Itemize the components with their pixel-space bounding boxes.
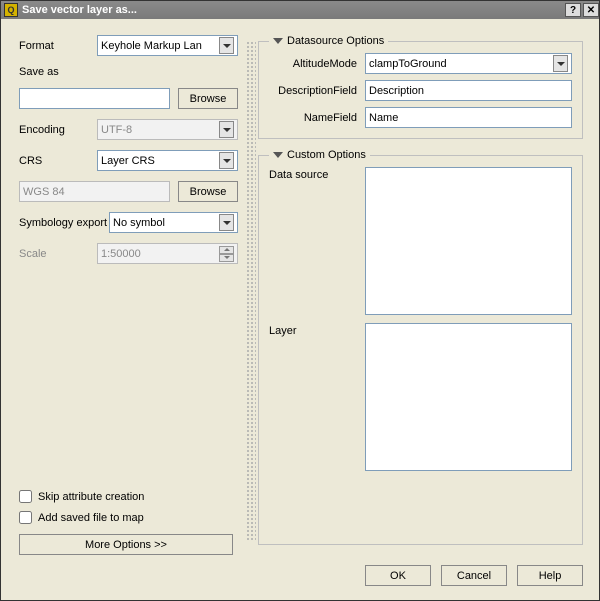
custom-options-group: Custom Options Data source Layer <box>258 149 583 545</box>
format-combo[interactable]: Keyhole Markup Lan <box>97 35 238 56</box>
spin-down-icon <box>219 254 234 262</box>
scale-spinner: 1:50000 <box>97 243 238 264</box>
crs-label: CRS <box>19 155 97 167</box>
titlebar: Q Save vector layer as... ? ✕ <box>1 1 599 19</box>
datasource-options-group: Datasource Options AltitudeMode clampToG… <box>258 35 583 139</box>
custom-datasource-label: Data source <box>269 167 357 315</box>
cancel-button[interactable]: Cancel <box>441 565 507 586</box>
help-button[interactable]: Help <box>517 565 583 586</box>
altitude-label: AltitudeMode <box>269 58 357 70</box>
skip-attribute-label: Skip attribute creation <box>38 491 144 503</box>
descriptionfield-label: DescriptionField <box>269 85 357 97</box>
datasource-options-legend[interactable]: Datasource Options <box>269 35 388 47</box>
altitude-combo[interactable]: clampToGround <box>365 53 572 74</box>
custom-options-legend[interactable]: Custom Options <box>269 149 370 161</box>
format-label: Format <box>19 40 97 52</box>
chevron-down-icon <box>219 121 234 138</box>
chevron-down-icon[interactable] <box>219 214 234 231</box>
namefield-input[interactable] <box>365 107 572 128</box>
saveas-input[interactable] <box>19 88 170 109</box>
ok-button[interactable]: OK <box>365 565 431 586</box>
custom-datasource-textarea[interactable] <box>365 167 572 315</box>
twisty-down-icon[interactable] <box>273 38 283 44</box>
titlebar-close-button[interactable]: ✕ <box>583 3 599 17</box>
symbology-combo[interactable]: No symbol <box>109 212 238 233</box>
saveas-label: Save as <box>19 66 97 78</box>
chevron-down-icon[interactable] <box>219 37 234 54</box>
crs-browse-button[interactable]: Browse <box>178 181 238 202</box>
skip-attribute-checkbox[interactable] <box>19 490 32 503</box>
chevron-down-icon[interactable] <box>553 55 568 72</box>
custom-layer-label: Layer <box>269 323 357 471</box>
crs-text <box>19 181 170 202</box>
descriptionfield-input[interactable] <box>365 80 572 101</box>
dialog-footer: OK Cancel Help <box>1 555 599 600</box>
chevron-down-icon[interactable] <box>219 152 234 169</box>
dialog-window: Q Save vector layer as... ? ✕ Format Key… <box>0 0 600 601</box>
custom-layer-textarea[interactable] <box>365 323 572 471</box>
app-icon: Q <box>4 3 18 17</box>
spin-up-icon <box>219 246 234 254</box>
encoding-combo: UTF-8 <box>97 119 238 140</box>
namefield-label: NameField <box>269 112 357 124</box>
saveas-browse-button[interactable]: Browse <box>178 88 238 109</box>
scale-label: Scale <box>19 248 97 260</box>
titlebar-help-button[interactable]: ? <box>565 3 581 17</box>
crs-combo[interactable]: Layer CRS <box>97 150 238 171</box>
encoding-label: Encoding <box>19 124 97 136</box>
window-title: Save vector layer as... <box>22 4 137 16</box>
symbology-label: Symbology export <box>19 217 109 229</box>
splitter[interactable] <box>246 41 256 541</box>
twisty-down-icon[interactable] <box>273 152 283 158</box>
more-options-button[interactable]: More Options >> <box>19 534 233 555</box>
add-saved-label: Add saved file to map <box>38 512 144 524</box>
add-saved-checkbox[interactable] <box>19 511 32 524</box>
